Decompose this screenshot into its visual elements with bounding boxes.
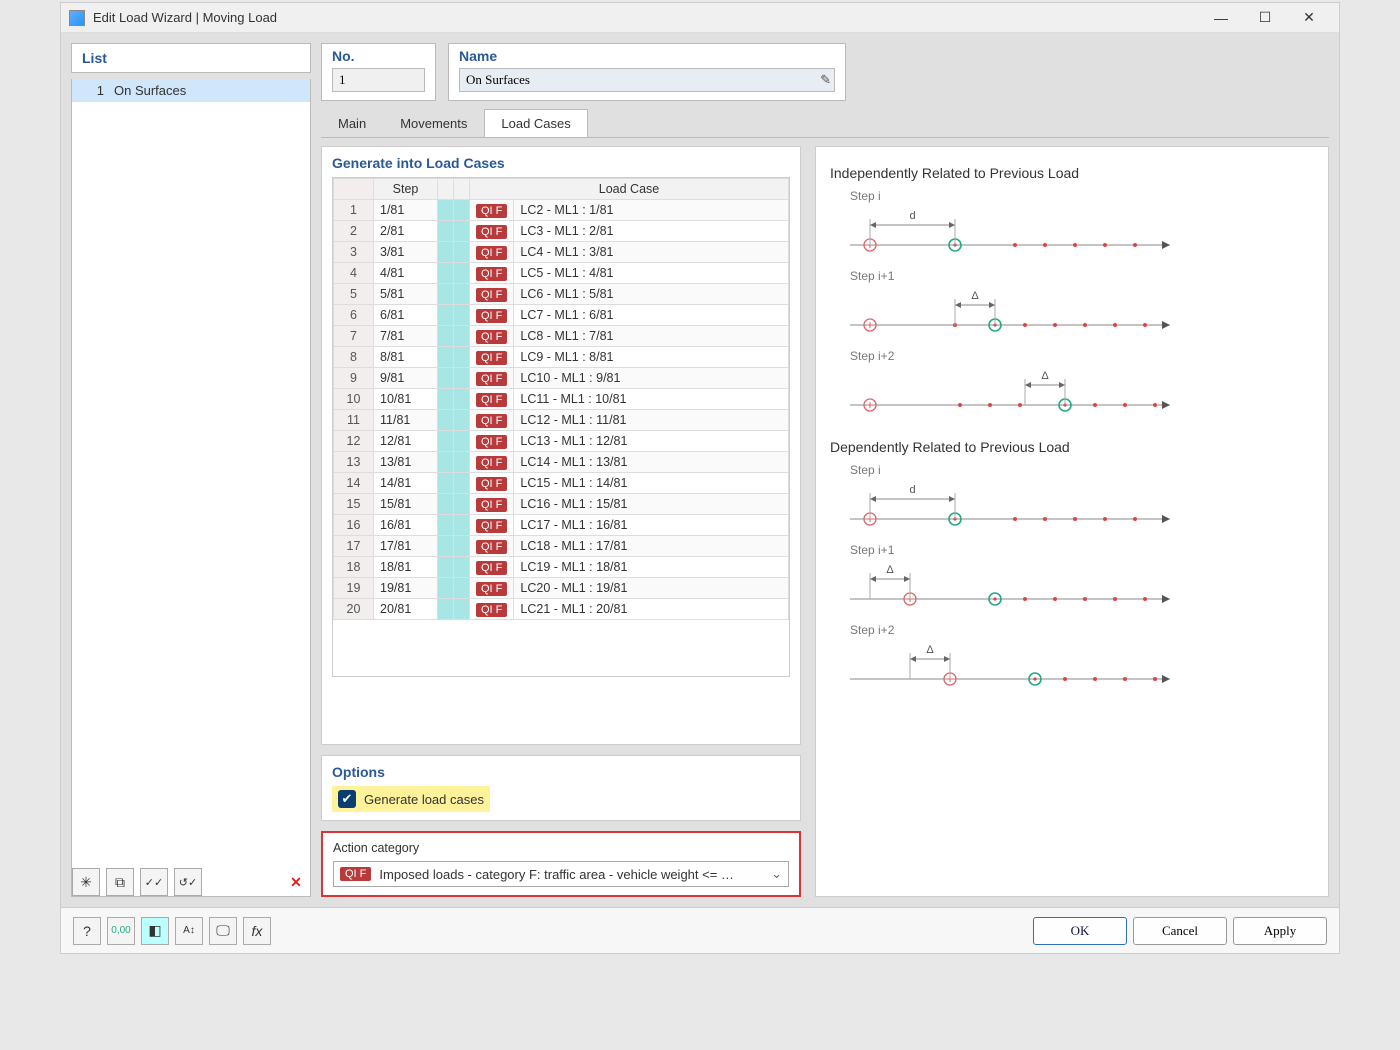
cancel-button[interactable]: Cancel	[1133, 917, 1227, 945]
table-row[interactable]: 1111/81QI FLC12 - ML1 : 11/81	[334, 410, 789, 431]
dep-step-i2: Step i+2	[850, 623, 1314, 637]
no-label: No.	[332, 48, 425, 64]
pick-icon[interactable]: ◧	[141, 917, 169, 945]
name-label: Name	[459, 48, 835, 64]
svg-text:d: d	[909, 210, 915, 222]
dep-title: Dependently Related to Previous Load	[830, 439, 1314, 455]
titlebar: Edit Load Wizard | Moving Load — ☐ ✕	[61, 3, 1339, 33]
maximize-button[interactable]: ☐	[1243, 4, 1287, 32]
list-header: List	[71, 43, 311, 73]
action-category-section: Action category QI F Imposed loads - cat…	[321, 831, 801, 897]
diagram-indep-i2: Δ	[830, 365, 1190, 421]
col-step: Step	[374, 179, 438, 200]
apply-button[interactable]: Apply	[1233, 917, 1327, 945]
svg-text:d: d	[909, 484, 915, 496]
close-button[interactable]: ✕	[1287, 4, 1331, 32]
units-icon[interactable]: 0,00	[107, 917, 135, 945]
generate-title: Generate into Load Cases	[332, 155, 790, 171]
fx-icon[interactable]: fx	[243, 917, 271, 945]
generate-load-cases-checkbox[interactable]: ✔ Generate load cases	[332, 786, 490, 812]
svg-text:Δ: Δ	[1041, 370, 1049, 382]
table-row[interactable]: 33/81QI FLC4 - ML1 : 3/81	[334, 242, 789, 263]
indep-step-i: Step i	[850, 189, 1314, 203]
letters-icon[interactable]: A↕	[175, 917, 203, 945]
copy-icon[interactable]: ⧉	[106, 868, 134, 896]
delete-icon[interactable]: ✕	[282, 868, 310, 896]
table-row[interactable]: 1919/81QI FLC20 - ML1 : 19/81	[334, 578, 789, 599]
indep-title: Independently Related to Previous Load	[830, 165, 1314, 181]
monitor-icon[interactable]: 🖵	[209, 917, 237, 945]
table-row[interactable]: 77/81QI FLC8 - ML1 : 7/81	[334, 326, 789, 347]
action-badge: QI F	[340, 867, 371, 881]
table-row[interactable]: 1212/81QI FLC13 - ML1 : 12/81	[334, 431, 789, 452]
load-case-table-scroll[interactable]: Step Load Case 11/81QI FLC2 - ML1 : 1/81…	[332, 177, 790, 677]
new-icon[interactable]: ✳	[72, 868, 100, 896]
action-category-dropdown[interactable]: QI F Imposed loads - category F: traffic…	[333, 861, 789, 887]
app-icon	[69, 10, 85, 26]
diagram-indep-i1: Δ	[830, 285, 1190, 341]
table-row[interactable]: 1717/81QI FLC18 - ML1 : 17/81	[334, 536, 789, 557]
diagram-dep-i1: Δ	[830, 559, 1190, 615]
list-item-on-surfaces[interactable]: 1 On Surfaces	[72, 79, 310, 102]
table-row[interactable]: 1313/81QI FLC14 - ML1 : 13/81	[334, 452, 789, 473]
options-title: Options	[332, 764, 790, 780]
col-loadcase: Load Case	[470, 179, 789, 200]
window: Edit Load Wizard | Moving Load — ☐ ✕ Lis…	[60, 2, 1340, 954]
table-row[interactable]: 1414/81QI FLC15 - ML1 : 14/81	[334, 473, 789, 494]
action-category-value: Imposed loads - category F: traffic area…	[379, 867, 734, 882]
edit-name-icon[interactable]: ✎	[820, 72, 831, 88]
name-input[interactable]	[459, 68, 835, 92]
table-row[interactable]: 1818/81QI FLC19 - ML1 : 18/81	[334, 557, 789, 578]
table-row[interactable]: 99/81QI FLC10 - ML1 : 9/81	[334, 368, 789, 389]
table-row[interactable]: 1616/81QI FLC17 - ML1 : 16/81	[334, 515, 789, 536]
indep-step-i1: Step i+1	[850, 269, 1314, 283]
table-row[interactable]: 1010/81QI FLC11 - ML1 : 10/81	[334, 389, 789, 410]
refresh-icon[interactable]: ↺✓	[174, 868, 202, 896]
list: 1 On Surfaces ✳ ⧉ ✓✓ ↺✓ ✕	[71, 79, 311, 897]
table-row[interactable]: 66/81QI FLC7 - ML1 : 6/81	[334, 305, 789, 326]
options-section: Options ✔ Generate load cases	[321, 755, 801, 821]
list-item-number: 1	[86, 83, 104, 98]
dep-step-i: Step i	[850, 463, 1314, 477]
help-icon[interactable]: ?	[73, 917, 101, 945]
tab-load-cases[interactable]: Load Cases	[484, 109, 587, 137]
table-row[interactable]: 22/81QI FLC3 - ML1 : 2/81	[334, 221, 789, 242]
svg-text:Δ: Δ	[886, 564, 894, 576]
window-title: Edit Load Wizard | Moving Load	[93, 10, 1199, 25]
table-row[interactable]: 1515/81QI FLC16 - ML1 : 15/81	[334, 494, 789, 515]
table-row[interactable]: 11/81QI FLC2 - ML1 : 1/81	[334, 200, 789, 221]
name-field-group: Name ✎	[448, 43, 846, 101]
indep-step-i2: Step i+2	[850, 349, 1314, 363]
diagram-dep-i2: Δ	[830, 639, 1190, 695]
generate-load-cases-label: Generate load cases	[364, 792, 484, 807]
list-toolbar: ✳ ⧉ ✓✓ ↺✓ ✕	[72, 862, 310, 896]
chevron-down-icon: ⌄	[771, 866, 782, 882]
svg-text:Δ: Δ	[926, 644, 934, 656]
checkmark-icon: ✔	[338, 790, 356, 808]
check-icon[interactable]: ✓✓	[140, 868, 168, 896]
diagram-pane: Independently Related to Previous Load S…	[815, 146, 1329, 897]
svg-text:Δ: Δ	[971, 290, 979, 302]
table-row[interactable]: 88/81QI FLC9 - ML1 : 8/81	[334, 347, 789, 368]
ok-button[interactable]: OK	[1033, 917, 1127, 945]
footer: ? 0,00 ◧ A↕ 🖵 fx OK Cancel Apply	[61, 907, 1339, 953]
load-case-table: Step Load Case 11/81QI FLC2 - ML1 : 1/81…	[333, 178, 789, 620]
table-row[interactable]: 2020/81QI FLC21 - ML1 : 20/81	[334, 599, 789, 620]
diagram-indep-i: d	[830, 205, 1190, 261]
tab-bar: Main Movements Load Cases	[321, 109, 1329, 138]
action-category-label: Action category	[333, 841, 789, 855]
tab-movements[interactable]: Movements	[383, 109, 484, 137]
no-field-group: No.	[321, 43, 436, 101]
minimize-button[interactable]: —	[1199, 4, 1243, 32]
table-row[interactable]: 44/81QI FLC5 - ML1 : 4/81	[334, 263, 789, 284]
list-item-label: On Surfaces	[114, 83, 186, 98]
dep-step-i1: Step i+1	[850, 543, 1314, 557]
no-input[interactable]	[332, 68, 425, 92]
table-row[interactable]: 55/81QI FLC6 - ML1 : 5/81	[334, 284, 789, 305]
diagram-dep-i: d	[830, 479, 1190, 535]
tab-main[interactable]: Main	[321, 109, 383, 137]
